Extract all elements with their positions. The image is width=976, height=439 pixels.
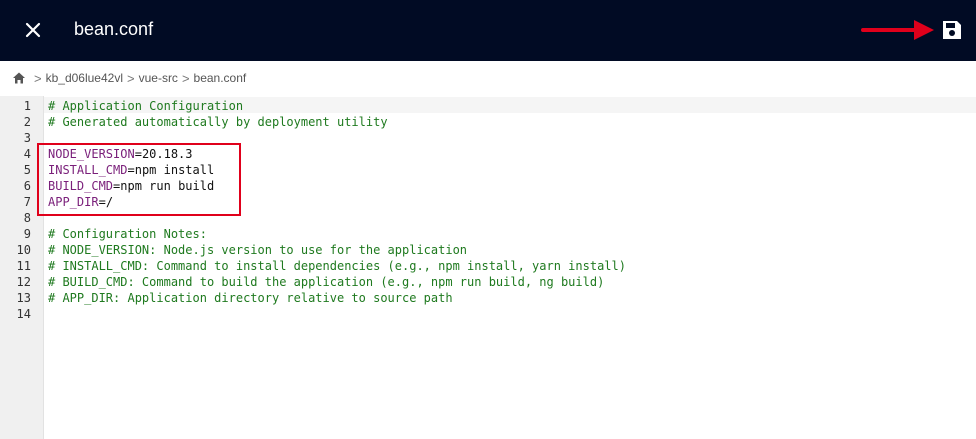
close-icon <box>25 22 41 38</box>
line-number: 7 <box>23 195 31 209</box>
code-comment: # APP_DIR: Application directory relativ… <box>48 291 453 305</box>
code-line[interactable]: # Configuration Notes: <box>48 226 207 242</box>
line-number: 14 <box>16 307 31 321</box>
line-number: 4 <box>23 147 31 161</box>
line-number: 2 <box>23 115 31 129</box>
annotation-arrow <box>861 20 934 40</box>
breadcrumb: > kb_d06lue42vl > vue-src > bean.conf <box>0 61 976 95</box>
line-number: 10 <box>16 243 31 257</box>
code-comment: # Application Configuration <box>48 99 244 113</box>
code-line[interactable]: # Application Configuration <box>48 98 243 114</box>
code-line[interactable]: # BUILD_CMD: Command to build the applic… <box>48 274 604 290</box>
line-number: 6 <box>23 179 31 193</box>
code-line[interactable]: # APP_DIR: Application directory relativ… <box>48 290 453 306</box>
save-button[interactable] <box>939 17 965 43</box>
breadcrumb-item-folder[interactable]: vue-src <box>139 71 178 85</box>
code-comment: # Configuration Notes: <box>48 227 207 241</box>
line-number: 9 <box>23 227 31 241</box>
breadcrumb-item-bucket[interactable]: kb_d06lue42vl <box>46 71 123 85</box>
code-line[interactable]: # NODE_VERSION: Node.js version to use f… <box>48 242 467 258</box>
code-line[interactable]: # Generated automatically by deployment … <box>48 114 388 130</box>
line-number: 5 <box>23 163 31 177</box>
close-button[interactable] <box>20 17 46 43</box>
breadcrumb-separator: > <box>34 70 42 86</box>
line-number: 12 <box>16 275 31 289</box>
code-line[interactable]: # INSTALL_CMD: Command to install depend… <box>48 258 626 274</box>
code-comment: # NODE_VERSION: Node.js version to use f… <box>48 243 468 257</box>
top-bar: bean.conf <box>0 0 976 61</box>
line-number: 11 <box>16 259 31 273</box>
code-comment: # INSTALL_CMD: Command to install depend… <box>48 259 626 273</box>
save-disk-icon <box>943 21 961 39</box>
line-number: 13 <box>16 291 31 305</box>
line-number: 1 <box>23 99 31 113</box>
code-comment: # BUILD_CMD: Command to build the applic… <box>48 275 605 289</box>
home-icon[interactable] <box>12 71 26 85</box>
file-title: bean.conf <box>74 19 154 39</box>
code-comment: # Generated automatically by deployment … <box>48 115 388 129</box>
breadcrumb-item-file: bean.conf <box>193 71 247 85</box>
annotation-highlight-box <box>37 143 241 216</box>
line-number: 8 <box>23 211 31 225</box>
breadcrumb-separator: > <box>127 70 135 86</box>
line-number: 3 <box>23 131 31 145</box>
breadcrumb-separator: > <box>181 70 190 86</box>
